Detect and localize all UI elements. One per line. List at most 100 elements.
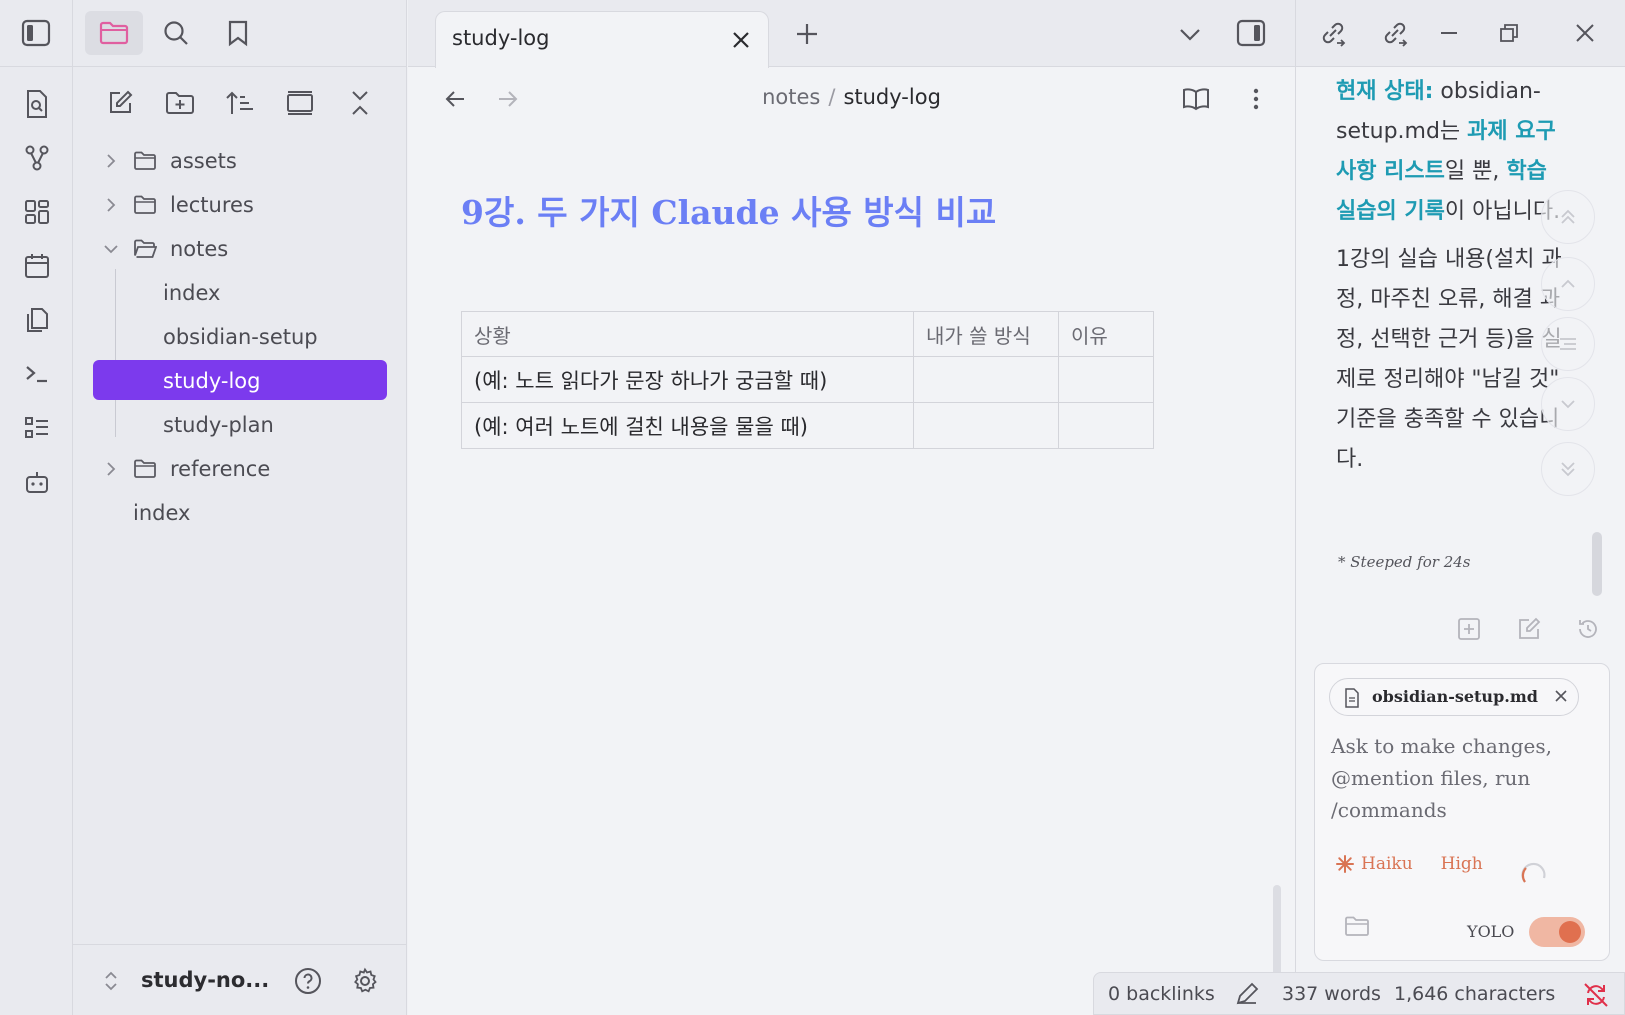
reading-view-book-icon[interactable]	[1180, 83, 1212, 115]
history-icon[interactable]	[1573, 614, 1603, 644]
collapse-all-icon[interactable]	[343, 86, 377, 120]
note-heading: 9강. 두 가지 Claude 사용 방식 비교	[461, 193, 997, 232]
chat-composer: obsidian-setup.md Ask to make changes, @…	[1314, 663, 1610, 961]
word-count: 337 words	[1282, 983, 1381, 1005]
help-icon[interactable]	[293, 966, 323, 996]
chevron-down-icon	[103, 241, 119, 257]
scroll-down-chevron-icon[interactable]	[1541, 377, 1595, 431]
remove-file-close-icon[interactable]	[1554, 689, 1568, 703]
graph-view-icon[interactable]	[0, 131, 73, 185]
table-header-row: 상황 내가 쓸 방식 이유	[461, 311, 1154, 357]
tree-item-label: assets	[170, 149, 237, 173]
chevron-right-icon	[103, 461, 119, 477]
model-selector[interactable]: Haiku	[1361, 854, 1413, 874]
tab-search[interactable]	[147, 11, 205, 55]
tab-list-chevron-down-icon[interactable]	[1176, 20, 1204, 48]
tree-folder-lectures[interactable]: lectures	[73, 183, 406, 227]
new-note-icon[interactable]	[103, 86, 137, 120]
new-tab-plus-icon[interactable]	[793, 20, 821, 48]
tasks-list-icon[interactable]	[0, 401, 73, 455]
folder-icon[interactable]	[1341, 910, 1373, 942]
table-cell[interactable]	[913, 356, 1059, 403]
outline-list-icon[interactable]	[1541, 317, 1595, 371]
comparison-table: 상황 내가 쓸 방식 이유 (예: 노트 읽다가 문장 하나가 궁금할 때) (…	[461, 311, 1154, 449]
chat-input[interactable]: Ask to make changes, @mention files, run…	[1331, 730, 1591, 826]
tree-item-label: index	[163, 281, 221, 305]
table-header-cell[interactable]: 상황	[461, 311, 914, 357]
table-cell[interactable]: (예: 노트 읽다가 문장 하나가 궁금할 때)	[461, 356, 914, 403]
templates-copy-icon[interactable]	[0, 293, 73, 347]
auto-reveal-icon[interactable]	[283, 86, 317, 120]
tab-bookmarks[interactable]	[209, 11, 267, 55]
folder-icon	[133, 150, 157, 172]
left-ribbon	[0, 0, 73, 1015]
table-cell[interactable]	[1058, 402, 1154, 449]
toggle-right-sidebar-icon[interactable]	[1234, 16, 1268, 50]
tree-file-index[interactable]: index	[73, 271, 406, 315]
model-selector-row: Haiku High	[1335, 854, 1483, 874]
context-file-chip[interactable]: obsidian-setup.md	[1329, 678, 1579, 716]
toggle-left-sidebar-icon[interactable]	[16, 13, 56, 53]
tree-folder-assets[interactable]: assets	[73, 139, 406, 183]
table-row: (예: 노트 읽다가 문장 하나가 궁금할 때)	[461, 356, 1154, 403]
tab-bar: study-log	[408, 0, 1295, 68]
character-count: 1,646 characters	[1394, 983, 1556, 1005]
chat-scrollbar[interactable]	[1592, 532, 1602, 596]
minimize-icon[interactable]	[1432, 16, 1466, 50]
tree-file-obsidian-setup[interactable]: obsidian-setup	[73, 315, 406, 359]
tab-title: study-log	[452, 26, 550, 50]
scroll-up-chevron-icon[interactable]	[1541, 257, 1595, 311]
table-cell[interactable]	[913, 402, 1059, 449]
tree-folder-reference[interactable]: reference	[73, 447, 406, 491]
canvas-icon[interactable]	[0, 185, 73, 239]
new-folder-icon[interactable]	[163, 86, 197, 120]
breadcrumb-current[interactable]: study-log	[843, 85, 940, 109]
right-panel-titlebar	[1296, 0, 1625, 67]
chevron-right-icon	[103, 153, 119, 169]
tree-item-label: notes	[170, 237, 229, 261]
new-chat-plus-icon[interactable]	[1454, 614, 1484, 644]
vault-name[interactable]: study-no...	[141, 968, 269, 992]
table-cell[interactable]: (예: 여러 노트에 걸친 내용을 물을 때)	[461, 402, 914, 449]
yolo-label: YOLO	[1467, 922, 1515, 941]
table-header-cell[interactable]: 이유	[1058, 311, 1154, 357]
sync-disabled-icon[interactable]	[1582, 981, 1610, 1009]
breadcrumb-parent[interactable]: notes	[762, 85, 820, 109]
chevron-updown-icon[interactable]	[103, 969, 119, 993]
context-file-name: obsidian-setup.md	[1372, 687, 1538, 706]
close-icon[interactable]	[728, 27, 754, 53]
tree-file-study-log[interactable]: study-log	[73, 359, 406, 403]
tree-item-label: reference	[170, 457, 271, 481]
scroll-bottom-double-chevron-icon[interactable]	[1541, 442, 1595, 496]
link-out-icon[interactable]	[1378, 16, 1412, 50]
restore-window-icon[interactable]	[1492, 16, 1526, 50]
table-header-cell[interactable]: 내가 쓸 방식	[913, 311, 1059, 357]
sort-icon[interactable]	[223, 86, 257, 120]
link-in-icon[interactable]	[1316, 16, 1350, 50]
settings-gear-icon[interactable]	[350, 966, 380, 996]
close-window-icon[interactable]	[1568, 16, 1602, 50]
edit-icon[interactable]	[1514, 614, 1544, 644]
quick-switcher-icon[interactable]	[0, 77, 73, 131]
tree-file-study-plan[interactable]: study-plan	[73, 403, 406, 447]
tab-files[interactable]	[85, 11, 143, 55]
folder-icon	[133, 458, 157, 480]
tree-file-root-index[interactable]: index	[73, 491, 406, 535]
pencil-edit-mode-icon[interactable]	[1234, 981, 1260, 1007]
more-options-icon[interactable]	[1240, 83, 1272, 115]
daily-note-calendar-icon[interactable]	[0, 239, 73, 293]
command-palette-icon[interactable]	[0, 347, 73, 401]
claude-asterisk-icon	[1335, 854, 1355, 874]
bot-icon[interactable]	[0, 455, 73, 509]
message-text: 일 뿐,	[1444, 159, 1507, 184]
backlinks-count[interactable]: 0 backlinks	[1108, 983, 1215, 1005]
scroll-top-double-chevron-icon[interactable]	[1541, 190, 1595, 244]
tree-item-label: obsidian-setup	[163, 325, 318, 349]
ribbon-top	[0, 0, 72, 67]
effort-selector[interactable]: High	[1441, 854, 1483, 874]
yolo-toggle[interactable]	[1529, 917, 1585, 947]
table-cell[interactable]	[1058, 356, 1154, 403]
tab-study-log[interactable]: study-log	[435, 11, 769, 68]
tree-folder-notes[interactable]: notes	[73, 227, 406, 271]
editor-scrollbar[interactable]	[1273, 885, 1281, 985]
